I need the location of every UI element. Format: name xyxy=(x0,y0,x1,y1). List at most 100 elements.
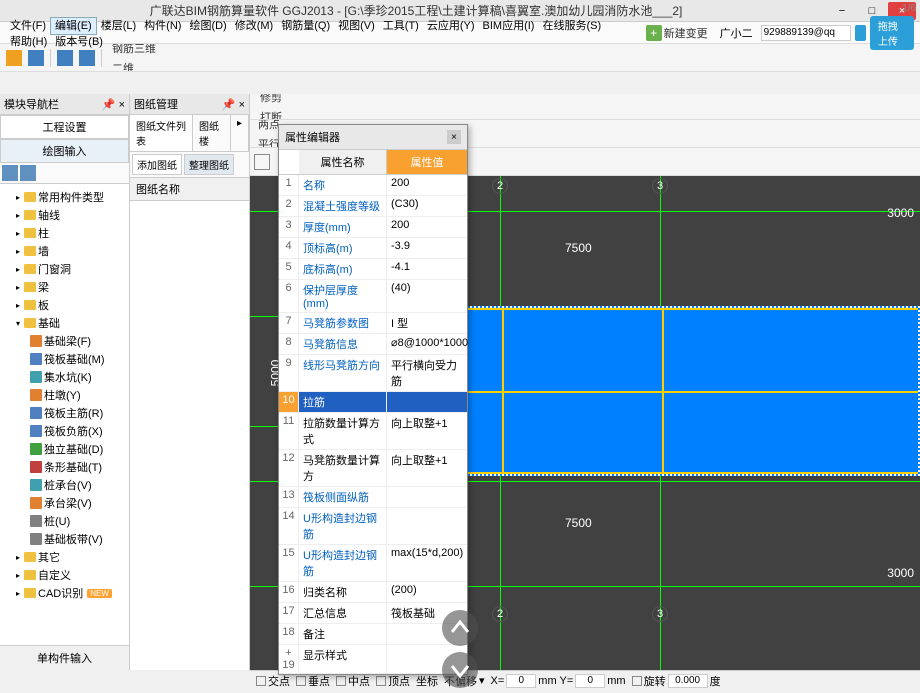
menu-item[interactable]: 工具(T) xyxy=(379,18,423,34)
open-icon[interactable] xyxy=(6,50,22,66)
property-row[interactable]: 8马凳筋信息⌀8@1000*1000 xyxy=(279,334,467,355)
tree-node[interactable]: 条形基础(T) xyxy=(2,458,127,476)
property-row[interactable]: 16归类名称(200) xyxy=(279,582,467,603)
property-row[interactable]: 10拉筋 xyxy=(279,392,467,413)
pin-icon[interactable]: 📌 × xyxy=(222,98,245,111)
snap-mid-check[interactable] xyxy=(336,676,346,686)
tree-folder[interactable]: 其它 xyxy=(2,548,127,566)
menu-item[interactable]: 修改(M) xyxy=(231,18,278,34)
nav-up-arrow[interactable] xyxy=(440,608,480,648)
tab-arrow[interactable]: ▸ xyxy=(231,115,249,151)
tree-node[interactable]: 桩承台(V) xyxy=(2,476,127,494)
tree-node[interactable]: 独立基础(D) xyxy=(2,440,127,458)
tree-node[interactable]: 筏板主筋(R) xyxy=(2,404,127,422)
tree-node[interactable]: 集水坑(K) xyxy=(2,368,127,386)
menu-item[interactable]: 视图(V) xyxy=(334,18,379,34)
guangxiaoer-menu[interactable]: 广小二 xyxy=(716,23,757,43)
module-nav-panel: 模块导航栏 📌 × 工程设置 绘图输入 常用构件类型轴线柱墙门窗洞梁板基础基础梁… xyxy=(0,94,130,670)
menu-item[interactable]: 绘图(D) xyxy=(185,18,230,34)
save-icon[interactable] xyxy=(28,50,44,66)
tab-drawing-filelist[interactable]: 图纸文件列表 xyxy=(130,115,193,151)
menu-item[interactable]: 钢筋量(Q) xyxy=(277,18,334,34)
tree-folder[interactable]: 梁 xyxy=(2,278,127,296)
tree-folder[interactable]: 常用构件类型 xyxy=(2,188,127,206)
menu-item[interactable]: BIM应用(I) xyxy=(479,18,539,34)
tab-project-settings[interactable]: 工程设置 xyxy=(0,115,129,139)
tree-folder[interactable]: 板 xyxy=(2,296,127,314)
folder-icon xyxy=(24,318,36,328)
menu-item[interactable]: 构件(N) xyxy=(140,18,185,34)
menu-item[interactable]: 编辑(E) xyxy=(50,17,97,35)
tree-folder[interactable]: CAD识别NEW xyxy=(2,584,127,602)
x-input[interactable] xyxy=(506,674,536,688)
property-row[interactable]: + 19显示样式 xyxy=(279,645,467,674)
snap-perp-check[interactable] xyxy=(296,676,306,686)
property-row[interactable]: 6保护层厚度(mm)(40) xyxy=(279,280,467,313)
toolbar-button[interactable]: 钢筋三维 xyxy=(108,44,171,58)
property-row[interactable]: 11拉筋数量计算方式向上取整+1 xyxy=(279,413,467,450)
tree-node[interactable]: 柱墩(Y) xyxy=(2,386,127,404)
property-row[interactable]: 15U形构造封边钢筋max(15*d,200) xyxy=(279,545,467,582)
upload-button[interactable]: 拖拽上传 xyxy=(870,16,914,50)
tree-folder[interactable]: 基础 xyxy=(2,314,127,332)
tree-node[interactable]: 承台梁(V) xyxy=(2,494,127,512)
angle-input[interactable] xyxy=(668,674,708,688)
user-email-input[interactable] xyxy=(761,25,851,41)
tree-node[interactable]: 筏板基础(M) xyxy=(2,350,127,368)
y-input[interactable] xyxy=(575,674,605,688)
tree-folder[interactable]: 墙 xyxy=(2,242,127,260)
property-row[interactable]: 2混凝土强度等级(C30) xyxy=(279,196,467,217)
tree-expand-icon[interactable] xyxy=(2,165,18,181)
tab-drawing-floor[interactable]: 图纸楼 xyxy=(193,115,231,151)
snap-vertex-check[interactable] xyxy=(376,676,386,686)
property-row[interactable]: 17汇总信息筏板基础 xyxy=(279,603,467,624)
undo-icon[interactable] xyxy=(57,50,73,66)
property-row[interactable]: 12马凳筋数量计算方向上取整+1 xyxy=(279,450,467,487)
select-icon[interactable] xyxy=(254,154,270,170)
add-drawing-button[interactable]: 添加图纸 xyxy=(132,154,182,175)
property-row[interactable]: 5底标高(m)-4.1 xyxy=(279,259,467,280)
tree-folder[interactable]: 轴线 xyxy=(2,206,127,224)
rotate-check[interactable] xyxy=(632,676,642,686)
redo-icon[interactable] xyxy=(79,50,95,66)
tree-folder[interactable]: 自定义 xyxy=(2,566,127,584)
tree-folder[interactable]: 柱 xyxy=(2,224,127,242)
menu-item[interactable]: 帮助(H) xyxy=(6,34,51,50)
refresh-icon[interactable] xyxy=(855,25,866,41)
tree-node[interactable]: 基础板带(V) xyxy=(2,530,127,548)
close-icon[interactable]: × xyxy=(447,130,461,144)
menu-item[interactable]: 文件(F) xyxy=(6,18,50,34)
dim-label: 7500 xyxy=(565,241,592,255)
drawing-list-body[interactable] xyxy=(130,201,249,670)
property-row[interactable]: 3厚度(mm)200 xyxy=(279,217,467,238)
tree-node[interactable]: 基础梁(F) xyxy=(2,332,127,350)
property-row[interactable]: 18备注 xyxy=(279,624,467,645)
edit-tool-button[interactable]: 打断 xyxy=(256,107,308,121)
toolbar-button[interactable]: 二维 xyxy=(108,58,171,73)
tree-node[interactable]: 桩(U) xyxy=(2,512,127,530)
folder-icon xyxy=(24,228,36,238)
nav-down-arrow[interactable] xyxy=(440,650,480,690)
menu-item[interactable]: 在线服务(S) xyxy=(538,18,605,34)
edit-tool-button[interactable]: 修剪 xyxy=(256,94,308,107)
component-tree[interactable]: 常用构件类型轴线柱墙门窗洞梁板基础基础梁(F)筏板基础(M)集水坑(K)柱墩(Y… xyxy=(0,184,129,645)
tree-folder[interactable]: 门窗洞 xyxy=(2,260,127,278)
property-row[interactable]: 13筏板侧面纵筋 xyxy=(279,487,467,508)
property-row[interactable]: 4顶标高(m)-3.9 xyxy=(279,238,467,259)
tree-node[interactable]: 筏板负筋(X) xyxy=(2,422,127,440)
property-row[interactable]: 7马凳筋参数图I 型 xyxy=(279,313,467,334)
tree-collapse-icon[interactable] xyxy=(20,165,36,181)
property-row[interactable]: 14U形构造封边钢筋 xyxy=(279,508,467,545)
property-row[interactable]: 1名称200 xyxy=(279,175,467,196)
prop-col-value: 属性值 xyxy=(387,150,467,174)
property-row[interactable]: 9线形马凳筋方向平行横向受力筋 xyxy=(279,355,467,392)
menu-item[interactable]: 楼层(L) xyxy=(97,18,140,34)
organize-drawing-button[interactable]: 整理图纸 xyxy=(184,154,234,175)
tab-draw-input[interactable]: 绘图输入 xyxy=(0,139,129,163)
menu-item[interactable]: 云应用(Y) xyxy=(423,18,479,34)
snap-intersection-check[interactable] xyxy=(256,676,266,686)
pin-icon[interactable]: 📌 × xyxy=(102,98,125,111)
tab-single-component[interactable]: 单构件输入 xyxy=(0,645,129,670)
new-change-menu[interactable]: +新建变更 xyxy=(642,23,712,43)
menu-item[interactable]: 版本号(B) xyxy=(51,34,107,50)
